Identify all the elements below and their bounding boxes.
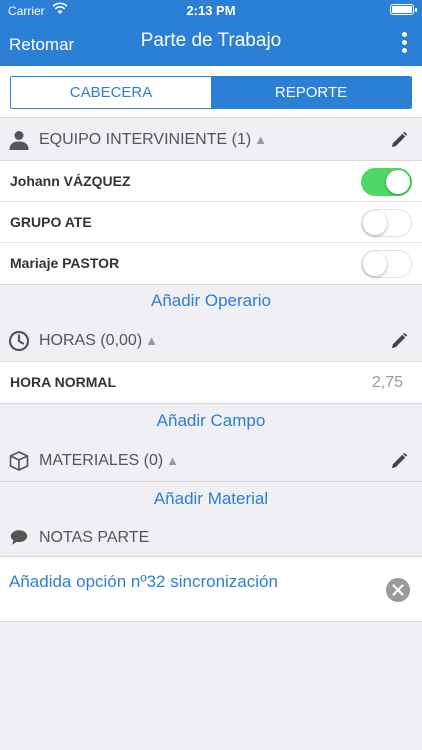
list-item: HORA NORMAL 2,75 [0,362,422,403]
member-toggle[interactable] [361,250,412,278]
horas-section-header: HORAS (0,00) ▲ [0,321,422,361]
note-field[interactable]: Añadida opción nº32 sincronización [0,556,422,622]
collapse-caret-icon[interactable]: ▲ [145,333,158,348]
horas-title-text: HORAS (0,00) [39,332,143,349]
horas-section-title: HORAS (0,00) ▲ [39,332,158,350]
list-item: Johann VÁZQUEZ [0,161,422,202]
more-vertical-icon[interactable] [400,32,408,54]
tab-bar: CABECERA REPORTE [0,66,422,118]
notas-section-header: NOTAS PARTE [0,518,422,558]
member-name: GRUPO ATE [10,214,92,230]
divider [0,481,422,482]
add-material-button[interactable]: Añadir Material [0,489,422,509]
materiales-section-header: MATERIALES (0) ▲ [0,441,422,481]
segmented-control: CABECERA REPORTE [10,76,412,109]
page-title: Parte de Trabajo [140,30,282,51]
navigation-bar: Carrier 2:13 PM Retomar Parte de Trabajo [0,0,422,66]
tab-reporte[interactable]: REPORTE [211,77,411,108]
status-bar: Carrier 2:13 PM [0,0,422,22]
materiales-section-title: MATERIALES (0) ▲ [39,452,179,470]
member-toggle[interactable] [361,168,412,196]
tab-cabecera[interactable]: CABECERA [11,77,211,108]
edit-pencil-icon[interactable] [390,332,408,350]
clock-time: 2:13 PM [186,3,236,18]
list-item: GRUPO ATE [0,202,422,243]
collapse-caret-icon[interactable]: ▲ [166,453,179,468]
list-item: Mariaje PASTOR [0,243,422,284]
member-name: Johann VÁZQUEZ [10,173,131,189]
add-campo-button[interactable]: Añadir Campo [0,411,422,431]
equipo-section-header: EQUIPO INTERVINIENTE (1) ▲ [0,120,422,160]
member-name: Mariaje PASTOR [10,255,120,271]
equipo-section-title: EQUIPO INTERVINIENTE (1) ▲ [39,131,267,149]
horas-list: HORA NORMAL 2,75 [0,361,422,404]
clock-icon [8,330,30,352]
equipo-list: Johann VÁZQUEZ GRUPO ATE Mariaje PASTOR [0,160,422,285]
member-toggle[interactable] [361,209,412,237]
speech-bubble-icon [10,530,28,545]
person-icon [9,131,29,150]
hour-type-label: HORA NORMAL [10,374,117,390]
edit-pencil-icon[interactable] [390,131,408,149]
box-icon [9,451,29,471]
edit-pencil-icon[interactable] [390,452,408,470]
materiales-title-text: MATERIALES (0) [39,452,164,469]
hour-value[interactable]: 2,75 [372,374,403,392]
clear-icon[interactable] [386,578,410,602]
add-operario-button[interactable]: Añadir Operario [0,291,422,311]
equipo-title-text: EQUIPO INTERVINIENTE (1) [39,131,252,148]
notas-section-title: NOTAS PARTE [39,529,150,546]
note-text[interactable]: Añadida opción nº32 sincronización [9,572,278,592]
battery-icon [390,4,417,15]
collapse-caret-icon[interactable]: ▲ [254,132,267,147]
